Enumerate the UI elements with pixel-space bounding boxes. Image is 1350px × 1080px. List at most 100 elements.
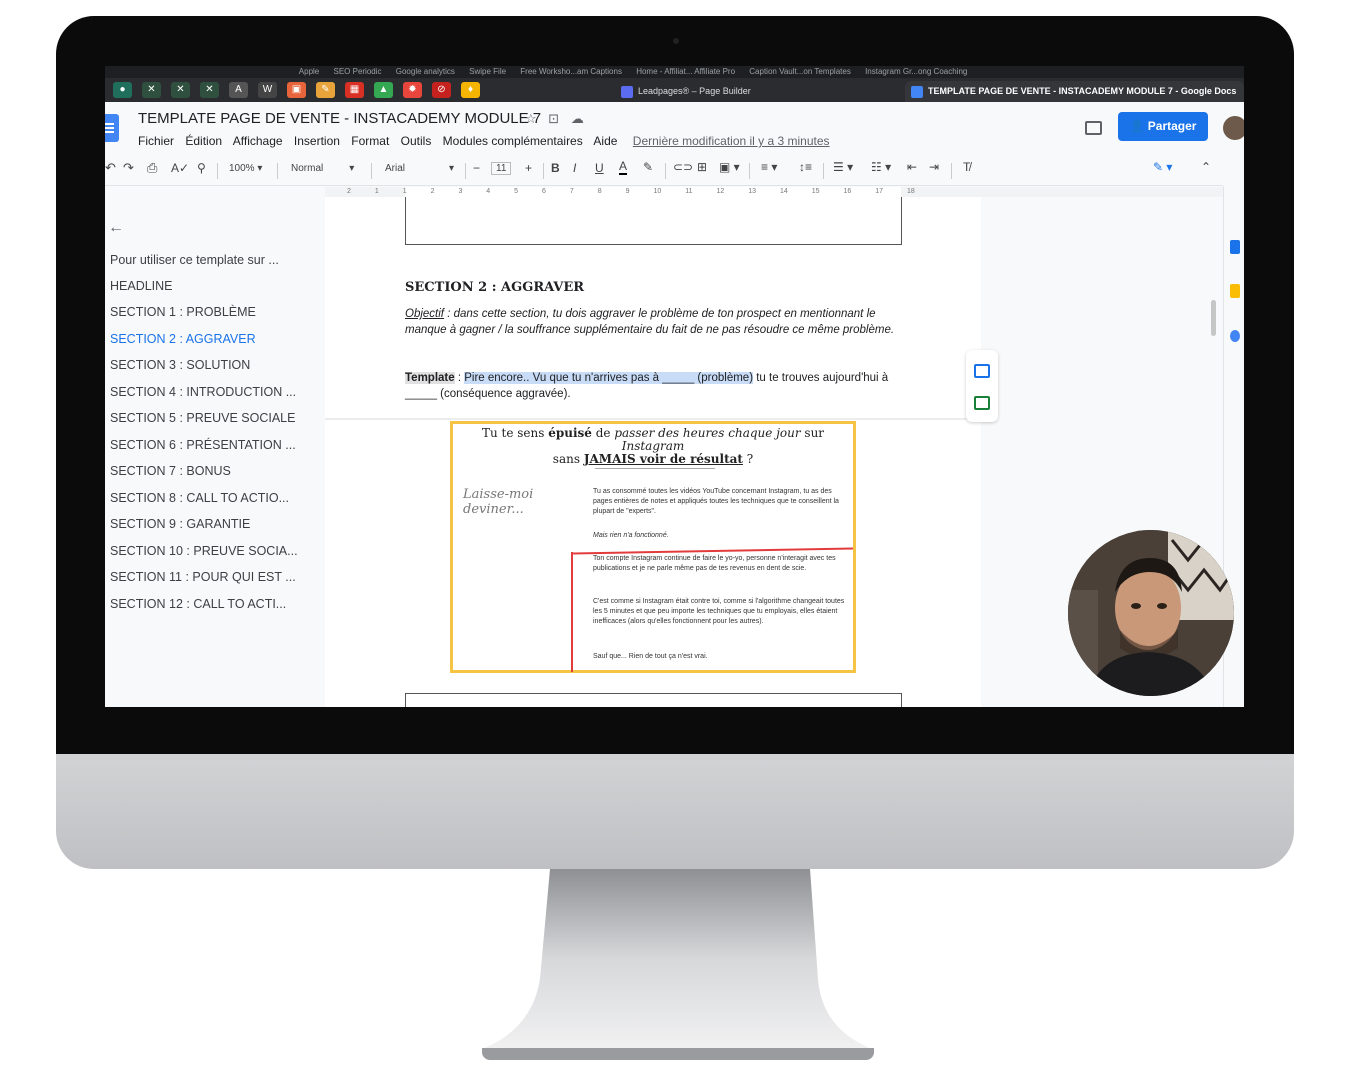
redo-icon[interactable]: ↷	[123, 160, 134, 176]
bookmark[interactable]: Google analytics	[396, 67, 455, 76]
tab-leadpages[interactable]: Leadpages® – Page Builder	[621, 81, 751, 102]
menu-file[interactable]: Fichier	[138, 134, 174, 148]
outline-item[interactable]: Pour utiliser ce template sur ...	[110, 253, 279, 267]
bulleted-list-icon[interactable]: ☷ ▾	[871, 160, 891, 174]
text-color-icon[interactable]: A	[619, 159, 628, 175]
section-heading[interactable]: SECTION 2 : AGGRAVER	[405, 280, 584, 295]
line-spacing-icon[interactable]: ↕≡	[799, 160, 812, 174]
pinned-tab-icon[interactable]: ✕	[200, 82, 219, 98]
spellcheck-icon[interactable]: A✓	[171, 161, 189, 175]
underline-icon[interactable]: U	[595, 161, 604, 175]
document-title[interactable]: TEMPLATE PAGE DE VENTE - INSTACADEMY MOD…	[138, 110, 541, 127]
outline-item[interactable]: SECTION 11 : POUR QUI EST ...	[110, 570, 296, 584]
menu-help[interactable]: Aide	[593, 134, 617, 148]
tab-google-docs[interactable]: TEMPLATE PAGE DE VENTE - INSTACADEMY MOD…	[905, 81, 1244, 102]
outline-item[interactable]: SECTION 4 : INTRODUCTION ...	[110, 385, 296, 399]
print-icon[interactable]: ⎙	[147, 160, 157, 176]
keep-icon[interactable]	[1230, 284, 1240, 298]
pinned-tab-icon[interactable]: ●	[113, 82, 132, 98]
pinned-tab-icon[interactable]: ▦	[345, 82, 364, 98]
chevron-up-icon[interactable]: ⌃	[1201, 160, 1211, 174]
table-cell[interactable]	[405, 197, 902, 245]
move-folder-icon[interactable]: ⊡	[548, 111, 559, 126]
template-label: Template	[405, 372, 455, 384]
menu-addons[interactable]: Modules complémentaires	[443, 134, 583, 148]
italic-icon[interactable]: I	[573, 161, 576, 175]
table-cell[interactable]	[405, 693, 902, 707]
decrease-indent-icon[interactable]: ⇤	[907, 160, 917, 174]
embedded-image[interactable]: Tu te sens épuisé de passer des heures c…	[450, 421, 856, 673]
tasks-icon[interactable]	[1230, 330, 1240, 342]
calendar-icon[interactable]	[1230, 240, 1240, 254]
cloud-status-icon[interactable]: ☁	[571, 111, 584, 126]
pinned-tab-icon[interactable]: ✹	[403, 82, 422, 98]
align-icon[interactable]: ≡ ▾	[761, 160, 777, 174]
ruler[interactable]: 2 1 1 2 3 4 5 6 7 8 9 10 11 12 13 14 15 …	[325, 187, 981, 197]
outline-item[interactable]: SECTION 5 : PREUVE SOCIALE	[110, 411, 295, 425]
pinned-tab-icon[interactable]: ♦	[461, 82, 480, 98]
docs-logo-icon[interactable]	[105, 114, 119, 142]
bookmark[interactable]: Caption Vault...on Templates	[749, 67, 851, 76]
font-size-decrease-button[interactable]: −	[473, 161, 480, 175]
menu-insert[interactable]: Insertion	[294, 134, 340, 148]
document-page[interactable]: SECTION 2 : AGGRAVER Objectif : dans cet…	[325, 197, 981, 707]
font-select[interactable]: Arial ▾	[385, 163, 454, 174]
suggest-edit-icon[interactable]	[974, 396, 990, 410]
objectif-paragraph[interactable]: Objectif : dans cette section, tu dois a…	[405, 306, 905, 338]
undo-icon[interactable]: ↶	[105, 160, 116, 176]
pinned-tab-icon[interactable]: ⊘	[432, 82, 451, 98]
template-paragraph[interactable]: Template : Pire encore.. Vu que tu n'arr…	[405, 370, 905, 402]
menu-format[interactable]: Format	[351, 134, 389, 148]
outline-item[interactable]: SECTION 1 : PROBLÈME	[110, 305, 256, 319]
checklist-icon[interactable]: ☰ ▾	[833, 160, 853, 174]
scrollbar[interactable]	[1211, 300, 1216, 336]
zoom-select[interactable]: 100% ▾	[229, 163, 262, 174]
outline-item[interactable]: SECTION 7 : BONUS	[110, 464, 231, 478]
outline-item[interactable]: SECTION 6 : PRÉSENTATION ...	[110, 438, 296, 452]
outline-item[interactable]: SECTION 9 : GARANTIE	[110, 517, 250, 531]
bold-icon[interactable]: B	[551, 161, 560, 175]
outline-item[interactable]: SECTION 3 : SOLUTION	[110, 358, 250, 372]
comments-icon[interactable]	[1085, 121, 1102, 135]
outline-item[interactable]: SECTION 10 : PREUVE SOCIA...	[110, 544, 298, 558]
paint-format-icon[interactable]: ⚲	[197, 161, 206, 175]
increase-indent-icon[interactable]: ⇥	[929, 160, 939, 174]
editing-mode-icon[interactable]: ✎ ▾	[1153, 160, 1172, 174]
drive-icon[interactable]: ▲	[374, 82, 393, 98]
bookmark[interactable]: SEO Periodic	[333, 67, 381, 76]
add-comment-icon[interactable]	[974, 364, 990, 378]
pinned-tab-icon[interactable]: A	[229, 82, 248, 98]
link-icon[interactable]: ⊂⊃	[673, 160, 693, 174]
menu-view[interactable]: Affichage	[233, 134, 283, 148]
menu-edit[interactable]: Édition	[185, 134, 222, 148]
menu-tools[interactable]: Outils	[401, 134, 432, 148]
insert-image-icon[interactable]: ▣ ▾	[719, 160, 740, 174]
font-size-increase-button[interactable]: +	[525, 161, 532, 175]
ruler-tick: 18	[906, 188, 915, 195]
pinned-tab-icon[interactable]: ✎	[316, 82, 335, 98]
bookmark[interactable]: Home - Affiliat... Affiliate Pro	[636, 67, 735, 76]
outline-item[interactable]: SECTION 8 : CALL TO ACTIO...	[110, 491, 289, 505]
bookmark[interactable]: Instagram Gr...ong Coaching	[865, 67, 967, 76]
share-button[interactable]: 👤 Partager	[1118, 112, 1208, 141]
pinned-tab-icon[interactable]: ✕	[142, 82, 161, 98]
outline-item[interactable]: HEADLINE	[110, 279, 173, 293]
divider	[951, 163, 952, 179]
last-modified-link[interactable]: Dernière modification il y a 3 minutes	[633, 134, 830, 148]
style-select[interactable]: Normal ▾	[291, 163, 354, 174]
star-icon[interactable]: ☆	[525, 111, 537, 126]
back-arrow-icon[interactable]: ←	[108, 219, 124, 237]
avatar[interactable]	[1223, 116, 1244, 140]
highlight-icon[interactable]: ✎	[643, 160, 653, 174]
pinned-tab-icon[interactable]: ▣	[287, 82, 306, 98]
pinned-tab-icon[interactable]: ✕	[171, 82, 190, 98]
bookmark[interactable]: Apple	[299, 67, 319, 76]
bookmark[interactable]: Free Worksho...am Captions	[520, 67, 622, 76]
bookmark[interactable]: Swipe File	[469, 67, 506, 76]
outline-item-active[interactable]: SECTION 2 : AGGRAVER	[110, 332, 256, 346]
outline-item[interactable]: SECTION 12 : CALL TO ACTI...	[110, 597, 286, 611]
font-size-input[interactable]: 11	[491, 162, 512, 175]
wordpress-icon[interactable]: W	[258, 82, 277, 98]
clear-formatting-icon[interactable]: T̸	[963, 160, 970, 174]
add-comment-icon[interactable]: ⊞	[697, 160, 707, 174]
